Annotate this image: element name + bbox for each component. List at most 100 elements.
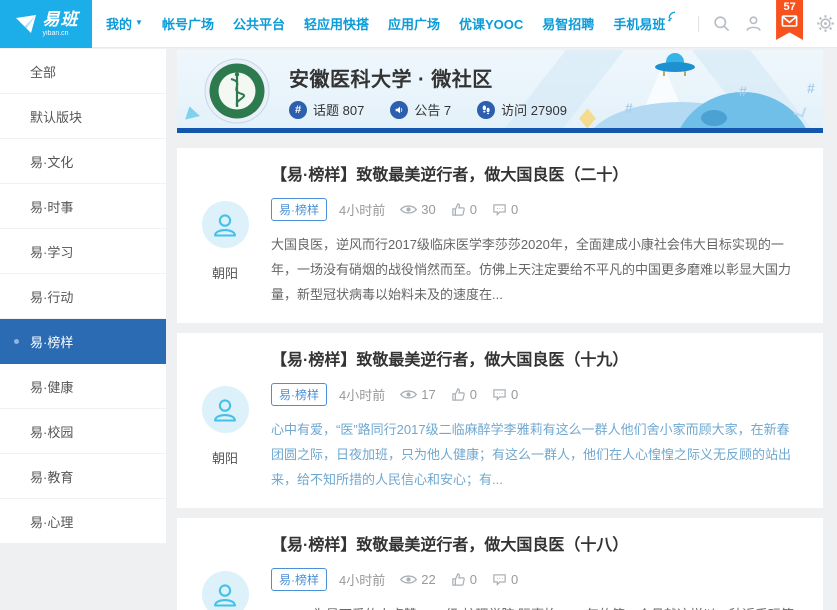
mail-icon[interactable]: 57	[776, 0, 803, 40]
avatar[interactable]	[202, 386, 249, 433]
view-count-value: 17	[421, 387, 435, 402]
sidebar-item-label: 易·校园	[30, 422, 73, 441]
main-content: # # # 安徽医科大学 · 微社区 #话题 807公告 7访问 27909 朝…	[177, 50, 823, 610]
comment-icon	[492, 202, 507, 217]
user-icon[interactable]	[744, 14, 763, 33]
eye-icon	[400, 388, 417, 401]
sidebar-item-label: 易·健康	[30, 377, 73, 396]
nav-item-label: 轻应用快搭	[304, 14, 369, 33]
sidebar-item-current-affairs[interactable]: 易·时事	[0, 184, 166, 229]
sidebar-item-label: 易·文化	[30, 152, 73, 171]
post-content: 【易·榜样】致敬最美逆行者，做大国良医（十九）易·榜样4小时前1700心中有爱，…	[271, 350, 799, 492]
avatar[interactable]	[202, 201, 249, 248]
sidebar-item-label: 易·时事	[30, 197, 73, 216]
post-list: 朝阳【易·榜样】致敬最美逆行者，做大国良医（二十）易·榜样4小时前3000大国良…	[177, 148, 823, 610]
community-stats: #话题 807公告 7访问 27909	[289, 100, 567, 119]
comment-count: 0	[492, 387, 518, 402]
avatar-icon	[211, 211, 239, 239]
post-card: 朝阳【易·榜样】致敬最美逆行者，做大国良医（十九）易·榜样4小时前1700心中有…	[177, 333, 823, 508]
nav-item-light-app-builder[interactable]: 轻应用快搭	[304, 14, 369, 33]
nav-item-label: 易智招聘	[542, 14, 594, 33]
sidebar-item-study[interactable]: 易·学习	[0, 229, 166, 274]
community-title: 安徽医科大学 · 微社区	[289, 63, 493, 92]
post-author-column: 朝阳	[195, 535, 255, 610]
view-count: 30	[400, 202, 435, 217]
nav-item-my[interactable]: 我的▼	[106, 14, 143, 33]
sidebar-item-education[interactable]: 易·教育	[0, 454, 166, 499]
logo-name: 易班	[43, 11, 79, 28]
nav-item-app-plaza[interactable]: 应用广场	[388, 14, 440, 33]
post-meta: 易·榜样4小时前3000	[271, 198, 799, 221]
post-meta: 易·榜样4小时前1700	[271, 383, 799, 406]
envelope-logo-icon	[14, 12, 38, 36]
post-title[interactable]: 【易·榜样】致敬最美逆行者，做大国良医（十八）	[271, 535, 799, 557]
sidebar-item-label: 易·行动	[30, 287, 73, 306]
comment-count-value: 0	[511, 202, 518, 217]
post-author-column: 朝阳	[195, 350, 255, 492]
sidebar-item-health[interactable]: 易·健康	[0, 364, 166, 409]
post-time: 4小时前	[339, 200, 385, 219]
view-count-value: 30	[421, 202, 435, 217]
post-excerpt: 大国良医，逆风而行2017级临床医学李莎莎2020年，全面建成小康社会伟大目标实…	[271, 232, 799, 307]
sidebar-item-psychology[interactable]: 易·心理	[0, 499, 166, 544]
like-icon	[451, 572, 466, 587]
like-icon	[451, 202, 466, 217]
nav-item-mobile-yiban[interactable]: 手机易班	[613, 14, 679, 33]
topbar-actions: 57 发布	[698, 0, 837, 47]
nav-item-label: 帐号广场	[162, 14, 214, 33]
like-count-value: 0	[470, 572, 477, 587]
post-title[interactable]: 【易·榜样】致敬最美逆行者，做大国良医（二十）	[271, 165, 799, 187]
nav-item-yooc-courses[interactable]: 优课YOOC	[459, 14, 523, 33]
avatar-icon	[211, 581, 239, 609]
logo-domain: yiban.cn	[43, 30, 79, 37]
university-crest	[204, 58, 270, 124]
nav-item-yiban-jobs[interactable]: 易智招聘	[542, 14, 594, 33]
nav-item-label: 优课YOOC	[459, 14, 523, 33]
nav-item-label: 手机易班	[613, 14, 665, 33]
comment-icon	[492, 387, 507, 402]
sidebar-item-action[interactable]: 易·行动	[0, 274, 166, 319]
triangle-decoration	[185, 106, 202, 123]
post-card: 朝阳【易·榜样】致敬最美逆行者，做大国良医（二十）易·榜样4小时前3000大国良…	[177, 148, 823, 323]
post-category-badge[interactable]: 易·榜样	[271, 568, 327, 591]
nav-item-label: 我的	[106, 14, 132, 33]
sidebar-item-campus[interactable]: 易·校园	[0, 409, 166, 454]
post-category-badge[interactable]: 易·榜样	[271, 383, 327, 406]
sidebar-item-default-board[interactable]: 默认版块	[0, 94, 166, 139]
stat-visits: 访问 27909	[477, 100, 567, 119]
post-content: 【易·榜样】致敬最美逆行者，做大国良医（十八）易·榜样4小时前22002020，…	[271, 535, 799, 610]
category-sidebar: 全部默认版块易·文化易·时事易·学习易·行动易·榜样易·健康易·校园易·教育易·…	[0, 49, 166, 544]
author-name[interactable]: 朝阳	[212, 448, 238, 467]
top-nav: 我的▼ 帐号广场公共平台轻应用快搭应用广场优课YOOC 易智招聘手机易班	[106, 14, 698, 33]
topbar: 易班 yiban.cn 我的▼ 帐号广场公共平台轻应用快搭应用广场优课YOOC 易智…	[0, 0, 837, 48]
sidebar-item-role-model[interactable]: 易·榜样	[0, 319, 166, 364]
like-icon	[451, 387, 466, 402]
post-excerpt: 2020，为最可爱的人点赞2019级 护理学院 阮嘉怡2020年的第一个月就这样…	[271, 602, 799, 610]
hashtag-icon: #	[289, 101, 307, 119]
stat-label: 访问 27909	[501, 100, 567, 119]
search-icon[interactable]	[712, 14, 731, 33]
sidebar-item-label: 全部	[30, 62, 56, 81]
post-category-badge[interactable]: 易·榜样	[271, 198, 327, 221]
author-name[interactable]: 朝阳	[212, 263, 238, 282]
post-card: 朝阳【易·榜样】致敬最美逆行者，做大国良医（十八）易·榜样4小时前2200202…	[177, 518, 823, 610]
diamond-decoration	[579, 108, 596, 128]
like-count: 0	[451, 387, 477, 402]
mail-unread-badge: 57	[783, 0, 795, 14]
yiban-logo[interactable]: 易班 yiban.cn	[0, 0, 92, 48]
sidebar-item-label: 易·教育	[30, 467, 73, 486]
nav-item-account-plaza[interactable]: 帐号广场	[162, 14, 214, 33]
sidebar-item-label: 默认版块	[30, 107, 82, 126]
post-title[interactable]: 【易·榜样】致敬最美逆行者，做大国良医（十九）	[271, 350, 799, 372]
sidebar-item-culture[interactable]: 易·文化	[0, 139, 166, 184]
gear-icon[interactable]	[816, 14, 835, 33]
post-author-column: 朝阳	[195, 165, 255, 307]
nav-item-public-platform[interactable]: 公共平台	[233, 14, 285, 33]
stat-label: 话题 807	[313, 100, 364, 119]
comment-count: 0	[492, 572, 518, 587]
footprints-icon	[477, 101, 495, 119]
avatar-icon	[211, 396, 239, 424]
avatar[interactable]	[202, 571, 249, 610]
sidebar-item-all[interactable]: 全部	[0, 49, 166, 94]
hash-decoration: #	[625, 100, 633, 116]
